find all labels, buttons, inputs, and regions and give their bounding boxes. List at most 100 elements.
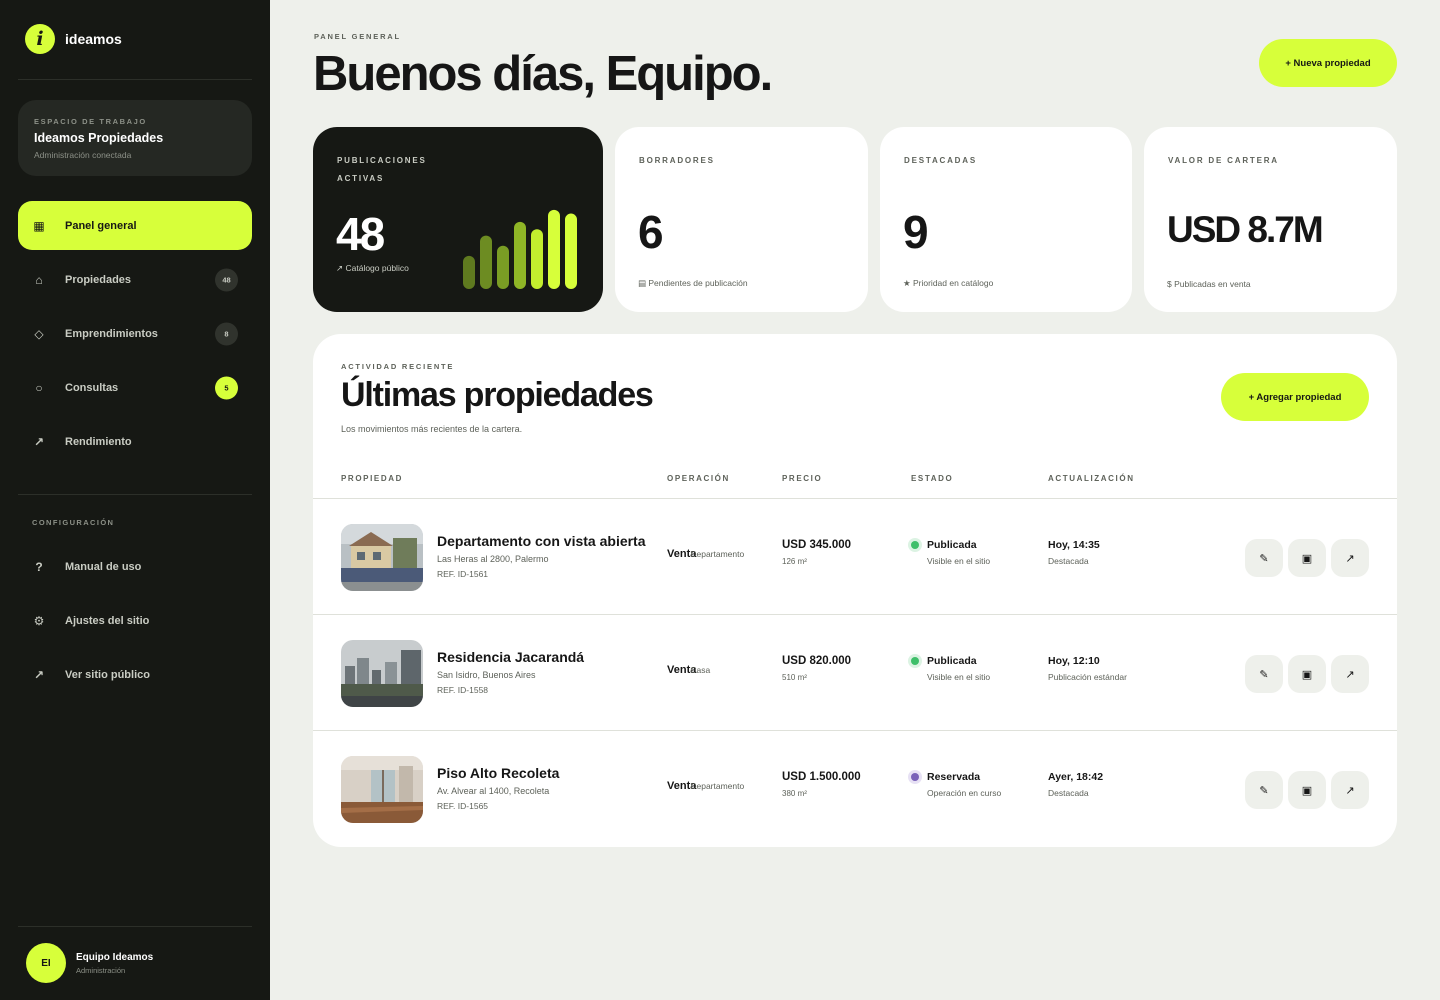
property-photo[interactable] [341, 640, 423, 707]
property-type: Casa [690, 665, 711, 675]
grid-icon: ▦ [33, 218, 45, 233]
activity-bar [514, 221, 526, 289]
property-photo[interactable] [341, 524, 423, 591]
panel-kicker: ACTIVIDAD RECIENTE [341, 362, 455, 371]
stat-value: 48 [336, 208, 385, 260]
workspace-card[interactable]: ESPACIO DE TRABAJO Ideamos Propiedades A… [18, 100, 252, 176]
activity-bar [463, 255, 475, 289]
activity-bar [548, 209, 560, 289]
stat-value: USD 8.7M [1167, 209, 1324, 250]
stat-label: BORRADORES [639, 156, 715, 165]
column-header-propiedad: PROPIEDAD [341, 474, 403, 483]
property-type: Departamento [690, 549, 745, 559]
sidebar-item-consultas[interactable]: ○ Consultas 5 [18, 363, 252, 412]
panel-title: Últimas propiedades [341, 376, 654, 414]
count-badge: 48 [215, 268, 238, 291]
updated-time: Hoy, 12:10 [1048, 655, 1100, 667]
status-description: Visible en el sitio [927, 556, 991, 566]
activity-bar [565, 213, 577, 289]
stat-note: ★ Prioridad en catálogo [903, 278, 994, 288]
status-label: Publicada [927, 655, 977, 667]
stat-label: VALOR DE CARTERA [1168, 156, 1279, 165]
updated-time: Ayer, 18:42 [1048, 771, 1104, 783]
sidebar: i ideamos ESPACIO DE TRABAJO Ideamos Pro… [0, 0, 270, 1000]
property-name[interactable]: Residencia Jacarandá [437, 649, 584, 665]
status-dot-icon [911, 657, 919, 665]
activity-bar [480, 235, 492, 289]
table-row[interactable]: Departamento con vista abierta Las Heras… [313, 499, 1397, 615]
sidebar-item-sitio-publico[interactable]: ↗ Ver sitio público [18, 650, 252, 699]
workspace-name: Ideamos Propiedades [34, 131, 164, 145]
column-header-estado: ESTADO [911, 474, 954, 483]
new-property-button[interactable]: + Nueva propiedad [1259, 39, 1397, 87]
sidebar-item-ajustes[interactable]: ⚙ Ajustes del sitio [18, 596, 252, 645]
view-button[interactable]: ▣ [1288, 655, 1326, 693]
property-photo-image [341, 756, 423, 823]
column-header-actualizacion: ACTUALIZACIÓN [1048, 474, 1135, 483]
add-property-button[interactable]: + Agregar propiedad [1221, 373, 1369, 421]
view-button[interactable]: ▣ [1288, 771, 1326, 809]
sidebar-item-rendimiento[interactable]: ↗ Rendimiento [18, 417, 252, 466]
circle-icon: ○ [35, 380, 43, 395]
property-price: USD 1.500.000 [782, 771, 861, 783]
status-dot-icon [911, 541, 919, 549]
stat-value: 6 [638, 206, 664, 258]
activity-bar [497, 245, 509, 289]
sidebar-item-label: Consultas [65, 381, 119, 394]
sidebar-divider [18, 79, 252, 80]
view-button[interactable]: ▣ [1288, 539, 1326, 577]
recent-properties-panel: ACTIVIDAD RECIENTE Últimas propiedades L… [313, 334, 1397, 847]
property-address: Av. Alvear al 1400, Recoleta [437, 786, 550, 796]
sidebar-item-label: Panel general [65, 219, 137, 232]
property-area: 380 m² [782, 789, 807, 798]
property-price: USD 345.000 [782, 539, 852, 551]
edit-button[interactable]: ✎ [1245, 539, 1283, 577]
brand-logo-icon: i [25, 24, 55, 54]
property-address: Las Heras al 2800, Palermo [437, 554, 549, 564]
user-profile[interactable]: EI Equipo Ideamos Administración [26, 943, 153, 983]
sidebar-divider [18, 926, 252, 927]
open-button[interactable]: ↗ [1331, 655, 1369, 693]
edit-button[interactable]: ✎ [1245, 771, 1283, 809]
property-name[interactable]: Departamento con vista abierta [437, 533, 646, 549]
stat-label: DESTACADAS [904, 156, 977, 165]
status-description: Operación en curso [927, 788, 1002, 798]
property-name[interactable]: Piso Alto Recoleta [437, 765, 559, 781]
open-button[interactable]: ↗ [1331, 771, 1369, 809]
stat-card-active: PUBLICACIONES ACTIVAS 48 ↗ Catálogo públ… [313, 127, 603, 312]
status-description: Visible en el sitio [927, 672, 991, 682]
activity-bar [531, 229, 543, 289]
table-row[interactable]: Piso Alto Recoleta Av. Alvear al 1400, R… [313, 731, 1397, 847]
table-row[interactable]: Residencia Jacarandá San Isidro, Buenos … [313, 615, 1397, 731]
sidebar-item-panel-general[interactable]: ▦ Panel general [18, 201, 252, 250]
stat-card-portfolio: VALOR DE CARTERA USD 8.7M $ Publicadas e… [1144, 127, 1397, 312]
sidebar-divider [18, 494, 252, 495]
count-badge: 5 [215, 376, 238, 399]
updated-description: Publicación estándar [1048, 672, 1127, 682]
stat-note: $ Publicadas en venta [1167, 279, 1251, 289]
trend-arrow-icon: ↗ [33, 434, 45, 449]
sidebar-item-propiedades[interactable]: ⌂ Propiedades 48 [18, 255, 252, 304]
stat-note: ↗ Catálogo público [336, 263, 409, 273]
open-button[interactable]: ↗ [1331, 539, 1369, 577]
sidebar-item-label: Ajustes del sitio [65, 614, 150, 627]
status-label: Reservada [927, 771, 981, 783]
property-address: San Isidro, Buenos Aires [437, 670, 536, 680]
updated-description: Destacada [1048, 788, 1089, 798]
property-photo-image [341, 524, 423, 591]
property-area: 126 m² [782, 557, 807, 566]
edit-button[interactable]: ✎ [1245, 655, 1283, 693]
operation-cell: Venta Departamento [667, 548, 744, 560]
brand[interactable]: i ideamos [25, 24, 122, 54]
sidebar-item-manual[interactable]: ? Manual de uso [18, 542, 252, 591]
panel-subtitle: Los movimientos más recientes de la cart… [341, 424, 523, 434]
property-ref: REF. ID-1561 [437, 569, 489, 579]
help-icon: ? [35, 559, 43, 574]
sidebar-item-emprendimientos[interactable]: ◇ Emprendimientos 8 [18, 309, 252, 358]
sidebar-item-label: Ver sitio público [65, 668, 150, 681]
property-photo[interactable] [341, 756, 423, 823]
workspace-kicker: ESPACIO DE TRABAJO [34, 117, 147, 126]
property-area: 510 m² [782, 673, 807, 682]
property-type: Departamento [690, 781, 745, 791]
page-kicker: PANEL GENERAL [314, 32, 401, 41]
